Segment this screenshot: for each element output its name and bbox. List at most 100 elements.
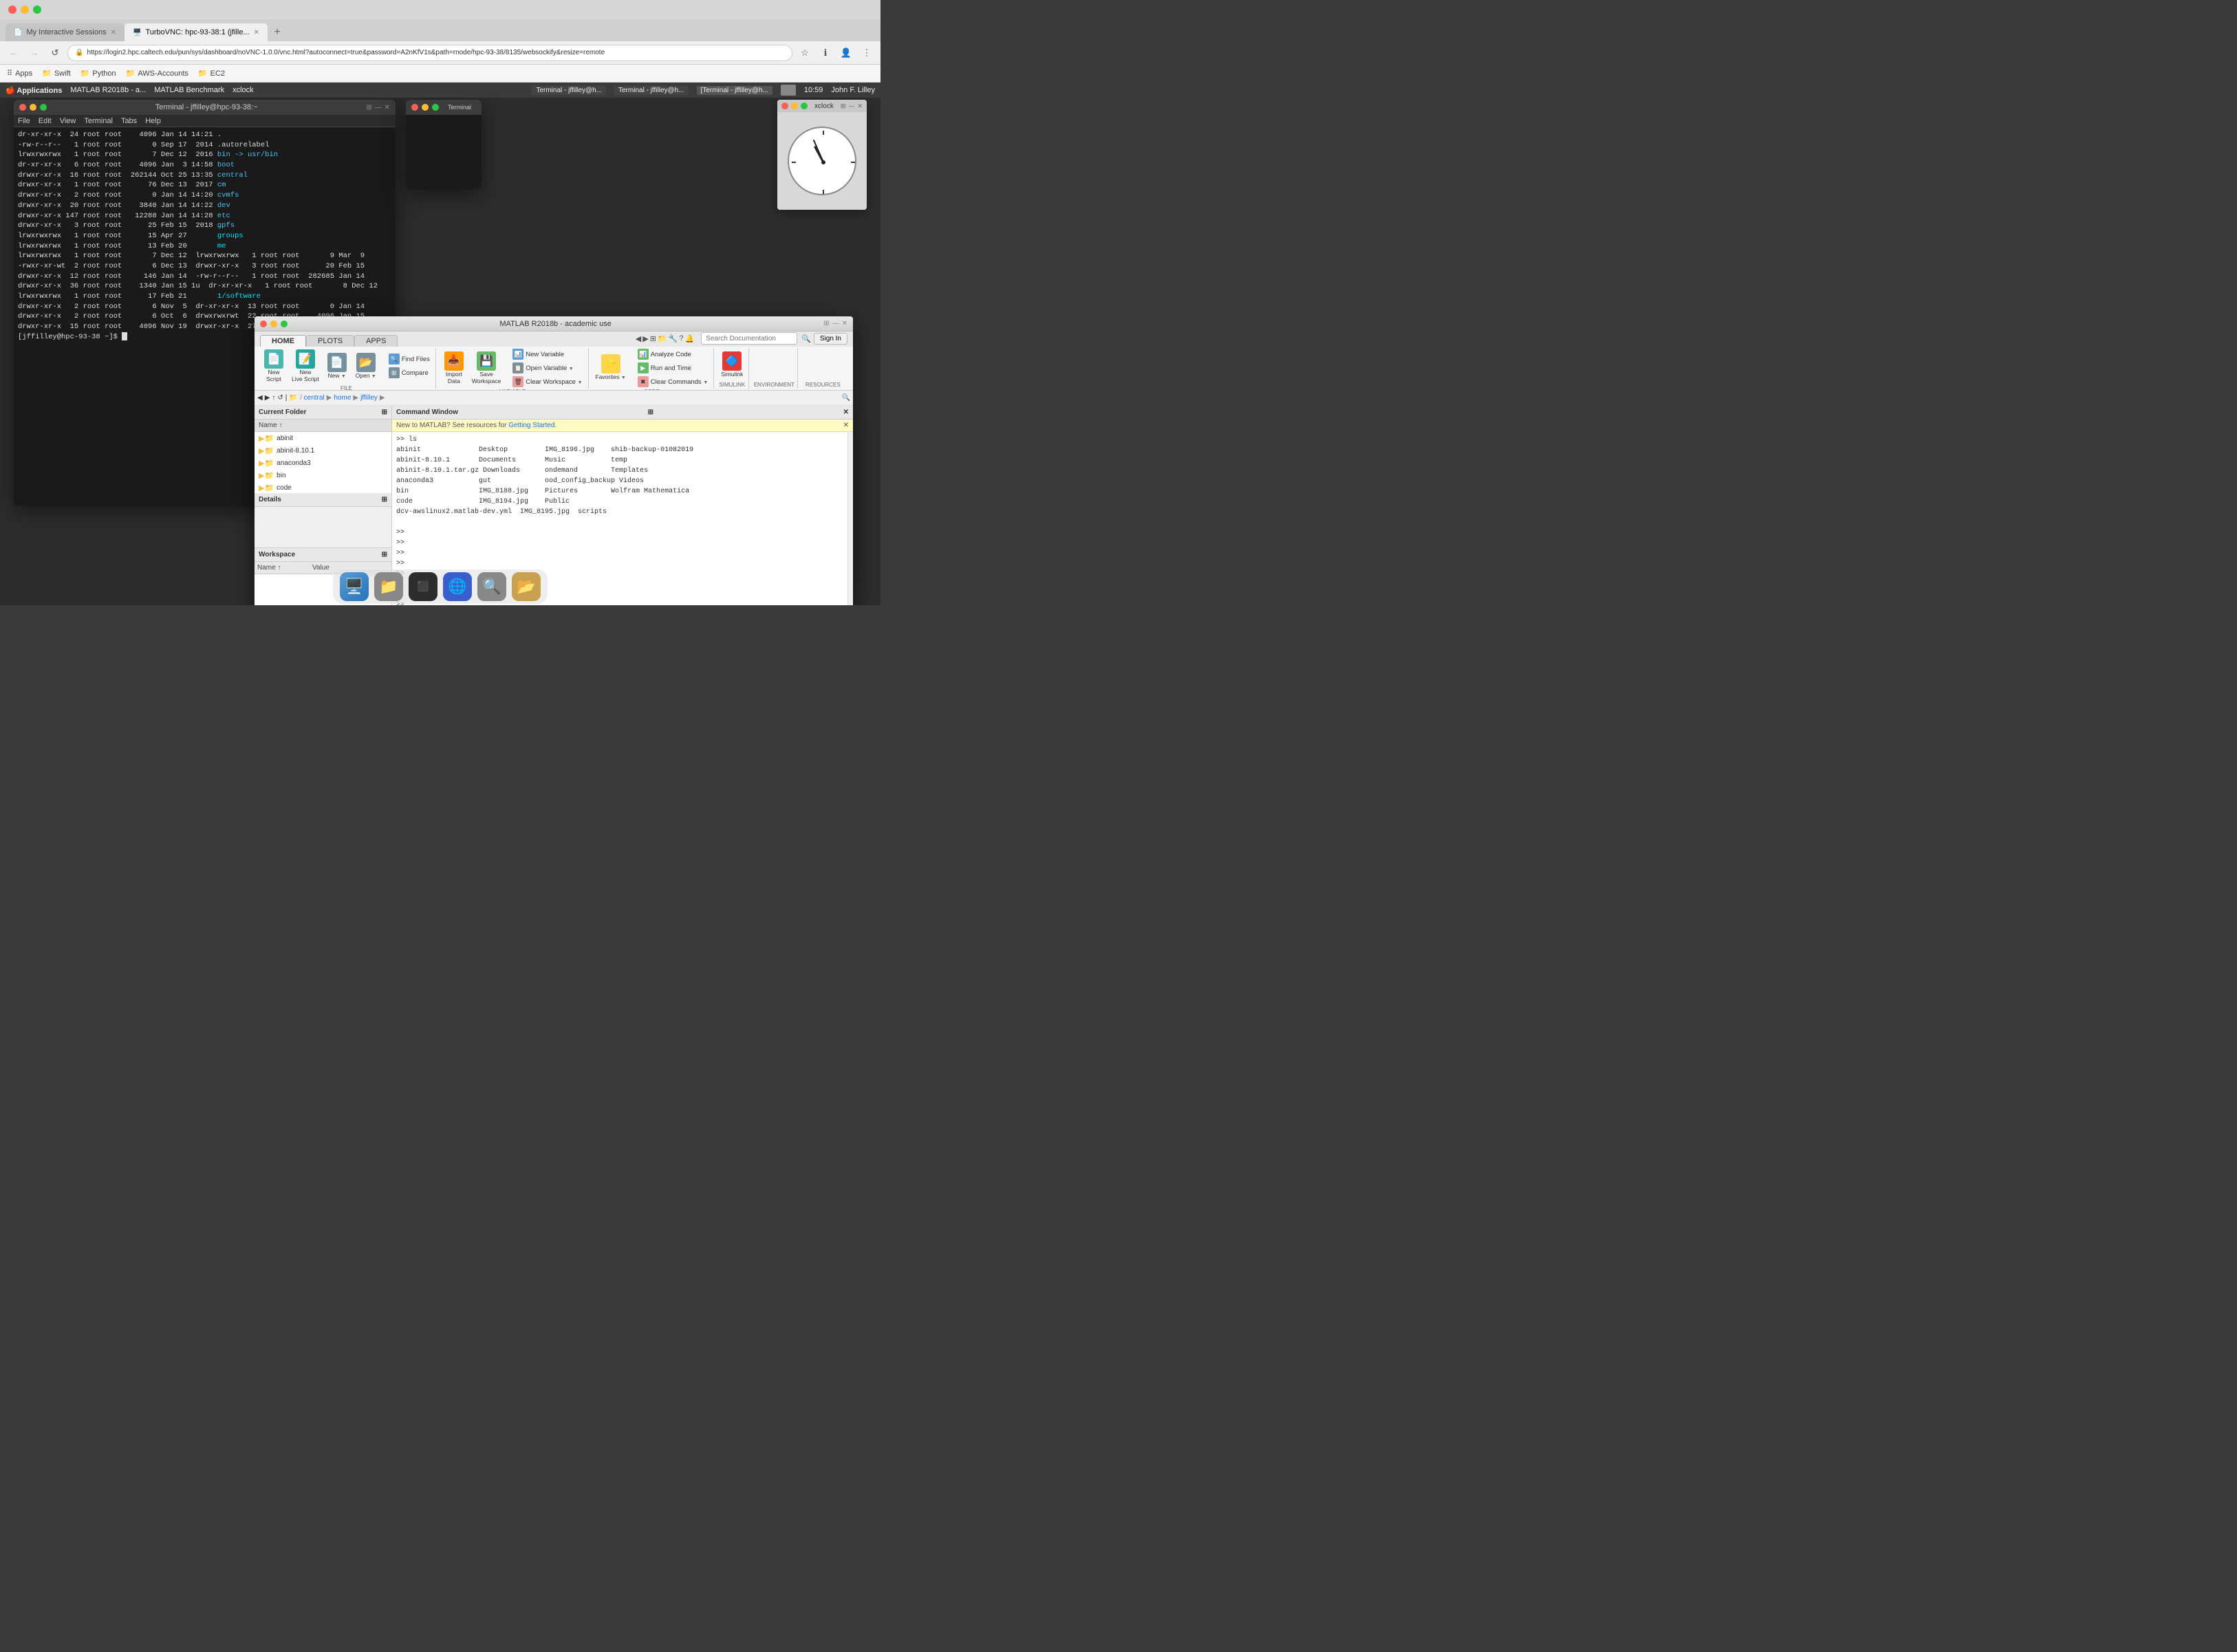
file-item-abinit-8[interactable]: ▶📁 abinit-8.10.1	[255, 444, 391, 457]
matlab-tab-home[interactable]: HOME	[260, 335, 306, 347]
minimize-button[interactable]	[21, 6, 29, 14]
terminal-tab-1[interactable]: Terminal - jffilley@h...	[532, 86, 606, 95]
new-script-button[interactable]: 📄 NewScript	[260, 348, 288, 384]
browser-tab-1[interactable]: 📄 My Interactive Sessions ✕	[6, 23, 125, 41]
terminal-tab-3[interactable]: [Terminal - jffilley@h...	[697, 86, 772, 95]
matlab-minimize-icon[interactable]: —	[832, 320, 839, 327]
path-home[interactable]: home	[334, 394, 351, 402]
dock-item-search[interactable]: 🔍	[477, 572, 506, 601]
workspace-expand-icon[interactable]: ⊞	[382, 551, 387, 558]
path-central[interactable]: central	[304, 394, 325, 402]
nav-fwd-btn[interactable]: ▶	[265, 394, 270, 402]
save-workspace-button[interactable]: 💾 SaveWorkspace	[469, 350, 504, 387]
command-window-close[interactable]: ✕	[843, 409, 849, 416]
bookmark-swift[interactable]: 📁 Swift	[42, 69, 71, 78]
xclock-close-icon[interactable]: ✕	[857, 102, 863, 110]
terminal2-min[interactable]	[422, 104, 429, 111]
maximize-button[interactable]	[33, 6, 41, 14]
url-bar[interactable]: 🔒 https://login2.hpc.caltech.edu/pun/sys…	[67, 45, 792, 61]
matlab-benchmark-app[interactable]: MATLAB Benchmark	[154, 86, 224, 94]
forward-button[interactable]: →	[26, 45, 43, 61]
xclock-expand-icon[interactable]: ⊞	[841, 102, 846, 110]
close-button[interactable]	[8, 6, 17, 14]
dock-item-browser[interactable]: 🌐	[443, 572, 472, 601]
xclock-max[interactable]	[801, 102, 808, 109]
terminal-close-btn[interactable]	[19, 104, 26, 111]
find-files-button[interactable]: 🔍 Find Files	[386, 353, 433, 365]
getting-started-link[interactable]: Getting Started	[508, 422, 554, 429]
open-button[interactable]: 📂 Open ▼	[352, 351, 380, 381]
matlab-tab-apps[interactable]: APPS	[354, 335, 398, 347]
term-menu-file[interactable]: File	[18, 117, 30, 125]
xclock-app[interactable]: xclock	[233, 86, 254, 94]
matlab-max-btn[interactable]	[281, 320, 288, 327]
details-expand-icon[interactable]: ⊞	[382, 496, 387, 503]
xclock-minimize-icon[interactable]: —	[848, 102, 854, 110]
dock-item-files[interactable]: 📁	[374, 572, 403, 601]
matlab-close-icon[interactable]: ✕	[842, 320, 847, 327]
applications-menu[interactable]: 🍎 Applications	[6, 86, 62, 95]
user-name[interactable]: John F. Lilley	[831, 86, 875, 94]
analyze-code-button[interactable]: 📊 Analyze Code	[635, 348, 711, 360]
bookmark-ec2[interactable]: 📁 EC2	[198, 69, 225, 78]
term-menu-view[interactable]: View	[60, 117, 76, 125]
simulink-button[interactable]: 🔷 Simulink	[718, 350, 746, 380]
nav-back-btn[interactable]: ◀	[257, 394, 263, 402]
new-variable-button[interactable]: 📊 New Variable	[510, 348, 585, 360]
compare-button[interactable]: ⊞ Compare	[386, 367, 433, 379]
command-scrollbar[interactable]	[847, 432, 853, 605]
terminal2-max[interactable]	[432, 104, 439, 111]
xclock-min[interactable]	[791, 102, 798, 109]
file-item-abinit[interactable]: ▶📁 abinit	[255, 432, 391, 444]
term-menu-tabs[interactable]: Tabs	[121, 117, 137, 125]
matlab-tab-plots[interactable]: PLOTS	[306, 335, 354, 347]
new-button[interactable]: 📄 New ▼	[323, 351, 351, 381]
bookmark-aws[interactable]: 📁 AWS-Accounts	[126, 69, 188, 78]
toolbar-icon-6[interactable]: ?	[679, 334, 683, 343]
new-tab-button[interactable]: +	[268, 23, 287, 41]
path-jffilley[interactable]: jffilley	[360, 394, 378, 402]
run-and-time-button[interactable]: ▶ Run and Time	[635, 362, 711, 374]
toolbar-icon-1[interactable]: ◀	[636, 334, 641, 343]
toolbar-icon-2[interactable]: ▶	[642, 334, 648, 343]
dock-item-finder[interactable]: 🖥️	[340, 572, 369, 601]
nav-up-btn[interactable]: ↑	[272, 394, 275, 402]
terminal-expand-icon[interactable]: ⊞	[366, 104, 371, 111]
file-tree[interactable]: ▶📁 abinit ▶📁 abinit-8.10.1 ▶📁 anaconda3 …	[255, 432, 391, 493]
toolbar-icon-5[interactable]: 🔧	[669, 334, 678, 343]
file-item-code[interactable]: ▶📁 code	[255, 481, 391, 493]
terminal-max-btn[interactable]	[40, 104, 47, 111]
terminal-x-icon[interactable]: ✕	[385, 104, 390, 111]
term-menu-edit[interactable]: Edit	[39, 117, 52, 125]
matlab-app-name[interactable]: MATLAB R2018b - a...	[70, 86, 146, 94]
sign-in-button[interactable]: Sign In	[814, 333, 847, 345]
toolbar-icon-3[interactable]: ⊞	[650, 334, 656, 343]
account-button[interactable]: 👤	[838, 45, 854, 61]
toolbar-icon-4[interactable]: 📁	[658, 334, 667, 343]
term-menu-terminal[interactable]: Terminal	[84, 117, 113, 125]
command-window-expand[interactable]: ⊞	[648, 409, 653, 416]
matlab-close-btn[interactable]	[260, 320, 267, 327]
search-documentation-input[interactable]	[701, 332, 797, 345]
open-variable-button[interactable]: 📋 Open Variable ▼	[510, 362, 585, 374]
refresh-button[interactable]: ↺	[47, 45, 63, 61]
clear-commands-button[interactable]: ✖ Clear Commands ▼	[635, 376, 711, 388]
menu-button[interactable]: ⋮	[858, 45, 875, 61]
toolbar-icon-7[interactable]: 🔔	[684, 334, 694, 343]
file-item-bin[interactable]: ▶📁 bin	[255, 469, 391, 481]
new-live-script-button[interactable]: 📝 NewLive Script	[289, 348, 322, 384]
xclock-close[interactable]	[781, 102, 788, 109]
favorites-button[interactable]: ⭐ Favorites ▼	[593, 353, 629, 382]
term-line-28[interactable]: [jffilley@hpc-93-38 ~]$	[18, 333, 127, 341]
term-menu-help[interactable]: Help	[145, 117, 161, 125]
matlab-expand-icon[interactable]: ⊞	[823, 320, 829, 327]
clear-workspace-button[interactable]: 🗑 Clear Workspace ▼	[510, 376, 585, 388]
dock-item-terminal[interactable]: ⬛	[409, 572, 437, 601]
matlab-min-btn[interactable]	[270, 320, 277, 327]
browser-tab-2[interactable]: 🖥️ TurboVNC: hpc-93-38:1 (jfille... ✕	[125, 23, 268, 41]
path-search-icon[interactable]: 🔍	[842, 394, 850, 402]
info-button[interactable]: ℹ	[817, 45, 834, 61]
nav-refresh-btn[interactable]: ↺	[277, 394, 283, 402]
terminal-resize-icon[interactable]: —	[375, 104, 382, 111]
dock-item-folder[interactable]: 📂	[512, 572, 541, 601]
